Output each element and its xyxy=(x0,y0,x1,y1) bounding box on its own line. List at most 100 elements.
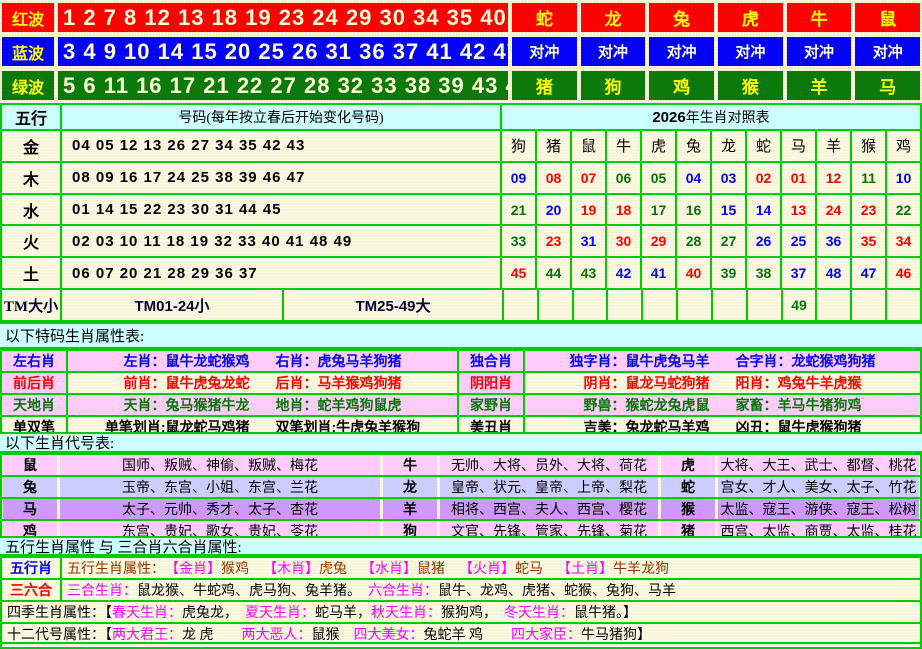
text-segment: 冬天生肖： xyxy=(504,602,574,622)
zodiac-number-cell: 09 xyxy=(502,163,535,193)
zodiac-number-cell: 10 xyxy=(887,163,920,193)
attr-right-label-3: 家野肖 xyxy=(459,395,523,415)
zodiac-clash-cell-2: 狗 xyxy=(581,71,646,100)
wave-row-red: 红波1 2 7 8 12 13 18 19 23 24 29 30 34 35 … xyxy=(2,3,920,32)
tm-small-range: TM01-24小 xyxy=(62,290,282,320)
zodiac-column-header-6: 兔 xyxy=(677,131,710,161)
code-animal-1-3: 虎 xyxy=(661,455,715,475)
element-row-2: 木08 09 16 17 24 25 38 39 46 470908070605… xyxy=(2,163,920,193)
zodiac-column-header-1: 狗 xyxy=(502,131,535,161)
tm-zodiac-cell-7 xyxy=(713,290,746,320)
main-header-row: 五行号码(每年按立春后开始变化号码)2026年生肖对照表 xyxy=(2,105,920,129)
clash-cell-5: 对冲 xyxy=(787,37,852,66)
element-numbers-5: 06 07 20 21 28 29 36 37 xyxy=(62,258,500,288)
zodiac-column-header-3: 鼠 xyxy=(572,131,605,161)
zodiac-number-cell: 23 xyxy=(537,226,570,256)
attr-row-1: 左右肖左肖：鼠牛龙蛇猴鸡右肖：虎兔马羊狗猪独合肖独字肖：鼠牛虎兔马羊合字肖：龙蛇… xyxy=(2,351,920,371)
zodiac-number-cell: 41 xyxy=(642,258,675,288)
attr-left-a: 左肖：鼠牛龙蛇猴鸡 xyxy=(124,351,250,371)
text-segment: 春天生肖： xyxy=(112,602,182,622)
attr-left-label-2: 前后肖 xyxy=(2,373,66,393)
text-segment: 【火肖】 xyxy=(459,558,515,578)
bottom-content-1: 五行生肖属性：【金肖】猴鸡 【木肖】虎兔 【水肖】鼠猪 【火肖】蛇马 【土肖】牛… xyxy=(62,558,920,578)
tm-zodiac-cell-5 xyxy=(643,290,676,320)
bottom-row-4: 十二代号属性：【两大君王：龙 虎 两大恶人：鼠猴 四大美女：兔蛇羊 鸡 四大家臣… xyxy=(2,624,920,644)
bottom-content-3: 四季生肖属性：【春天生肖：虎兔龙， 夏天生肖：蛇马羊，秋天生肖：猴狗鸡， 冬天生… xyxy=(2,602,920,622)
clash-cell-4: 对冲 xyxy=(718,37,783,66)
attr-right-content-1: 独字肖：鼠牛虎兔马羊合字肖：龙蛇猴鸡狗猪 xyxy=(525,351,920,371)
zodiac-number-cell: 06 xyxy=(607,163,640,193)
attr-left-b: 地肖：蛇羊鸡狗鼠虎 xyxy=(276,395,402,415)
wave-numbers-green: 5 6 11 16 17 21 22 27 28 32 33 38 39 43 … xyxy=(58,71,508,100)
text-segment: 虎兔龙， xyxy=(182,602,245,622)
zodiac-number-cell: 31 xyxy=(572,226,605,256)
attr-right-a: 阴肖：鼠龙马蛇狗猪 xyxy=(584,373,710,393)
zodiac-number-cell: 04 xyxy=(677,163,710,193)
code-names-2-2: 皇帝、状元、皇帝、上帝、梨花 xyxy=(440,477,658,497)
zodiac-column-header-9: 马 xyxy=(782,131,815,161)
code-animal-2-2: 龙 xyxy=(383,477,437,497)
wave-label-red: 红波 xyxy=(2,3,54,32)
zodiac-number-cell: 46 xyxy=(887,258,920,288)
zodiac-number-cell: 05 xyxy=(642,163,675,193)
zodiac-column-header-11: 猴 xyxy=(852,131,885,161)
section-title-special-attributes: 以下特码生肖属性表: xyxy=(0,322,922,349)
zodiac-number-cell: 16 xyxy=(677,195,710,225)
text-segment: 两大恶人： xyxy=(242,624,312,644)
zodiac-number-cell: 20 xyxy=(537,195,570,225)
text-segment: 秋天生肖： xyxy=(371,602,441,622)
text-segment: 兔蛇羊 鸡 xyxy=(424,624,512,644)
bottom-row-3: 四季生肖属性：【春天生肖：虎兔龙， 夏天生肖：蛇马羊，秋天生肖：猴狗鸡， 冬天生… xyxy=(2,602,920,622)
zodiac-number-cell: 34 xyxy=(887,226,920,256)
text-segment: 蛇马 xyxy=(515,558,557,578)
bottom-filler xyxy=(0,642,922,649)
zodiac-clash-cell-3: 兔 xyxy=(649,3,714,32)
code-animal-2-1: 兔 xyxy=(3,477,57,497)
code-names-1-2: 无帅、大将、员外、大将、荷花 xyxy=(440,455,658,475)
zodiac-column-header-2: 猪 xyxy=(537,131,570,161)
zodiac-clash-cell-2: 龙 xyxy=(581,3,646,32)
tm-zodiac-cell-3 xyxy=(574,290,607,320)
zodiac-number-cell: 11 xyxy=(852,163,885,193)
section-title-combinations: 五行生肖属性 与 三合肖六合肖属性: xyxy=(0,536,922,556)
zodiac-attributes-table: 左右肖左肖：鼠牛龙蛇猴鸡右肖：虎兔马羊狗猪独合肖独字肖：鼠牛虎兔马羊合字肖：龙蛇… xyxy=(0,349,922,432)
zodiac-number-cell: 40 xyxy=(677,258,710,288)
zodiac-number-cell: 21 xyxy=(502,195,535,225)
text-segment: 蛇马羊， xyxy=(315,602,371,622)
zodiac-number-cell: 17 xyxy=(642,195,675,225)
text-segment: 十二代号属性：【 xyxy=(7,624,112,644)
tm-zodiac-cell-12 xyxy=(887,290,920,320)
zodiac-number-cell: 27 xyxy=(712,226,745,256)
element-row-5: 土06 07 20 21 28 29 36 374544434241403938… xyxy=(2,258,920,288)
wuxing-header-label: 五行 xyxy=(2,105,60,129)
zodiac-title-text: 年生肖对照表 xyxy=(686,107,770,127)
attr-right-b: 家畜：羊马牛猪狗鸡 xyxy=(736,395,862,415)
attr-left-a: 天肖：兔马猴猪牛龙 xyxy=(124,395,250,415)
zodiac-table-title: 2026年生肖对照表 xyxy=(502,105,920,129)
attr-right-content-2: 阴肖：鼠龙马蛇狗猪阳肖：鸡兔牛羊虎猴 xyxy=(525,373,920,393)
tm-size-row: TM大小TM01-24小TM25-49大49 xyxy=(2,290,920,320)
code-names-1-1: 国师、叛贼、神偷、叛贼、梅花 xyxy=(60,455,380,475)
bottom-row-2: 三六合三合生肖：鼠龙猴、牛蛇鸡、虎马狗、兔羊猪。 六合生肖：鼠牛、龙鸡、虎猪、蛇… xyxy=(2,580,920,600)
element-numbers-3: 01 14 15 22 23 30 31 44 45 xyxy=(62,195,500,225)
text-segment: 鼠牛猪。】 xyxy=(574,602,637,622)
element-label-4: 火 xyxy=(2,226,60,256)
tm-zodiac-cell-11 xyxy=(852,290,885,320)
code-animal-1-2: 牛 xyxy=(383,455,437,475)
zodiac-number-cell: 43 xyxy=(572,258,605,288)
clash-cell-1: 对冲 xyxy=(512,37,577,66)
zodiac-number-cell: 39 xyxy=(712,258,745,288)
zodiac-number-cell: 13 xyxy=(782,195,815,225)
tm-zodiac-cell-2 xyxy=(539,290,572,320)
bottom-content-2: 三合生肖：鼠龙猴、牛蛇鸡、虎马狗、兔羊猪。 六合生肖：鼠牛、龙鸡、虎猪、蛇猴、兔… xyxy=(62,580,920,600)
attr-row-2: 前后肖前肖：鼠牛虎兔龙蛇后肖：马羊猴鸡狗猪阴阳肖阴肖：鼠龙马蛇狗猪阳肖：鸡兔牛羊… xyxy=(2,373,920,393)
zodiac-number-cell: 44 xyxy=(537,258,570,288)
codes-row-1: 鼠国师、叛贼、神偷、叛贼、梅花牛无帅、大将、员外、大将、荷花虎大将、大王、武士、… xyxy=(2,455,920,475)
code-animal-3-2: 羊 xyxy=(383,499,437,519)
attr-right-label-2: 阴阳肖 xyxy=(459,373,523,393)
attr-right-label-1: 独合肖 xyxy=(459,351,523,371)
combination-attributes-table: 五行肖五行生肖属性：【金肖】猴鸡 【木肖】虎兔 【水肖】鼠猪 【火肖】蛇马 【土… xyxy=(0,556,922,642)
attr-left-label-3: 天地肖 xyxy=(2,395,66,415)
zodiac-column-header-7: 龙 xyxy=(712,131,745,161)
zodiac-clash-cell-6: 马 xyxy=(855,71,920,100)
